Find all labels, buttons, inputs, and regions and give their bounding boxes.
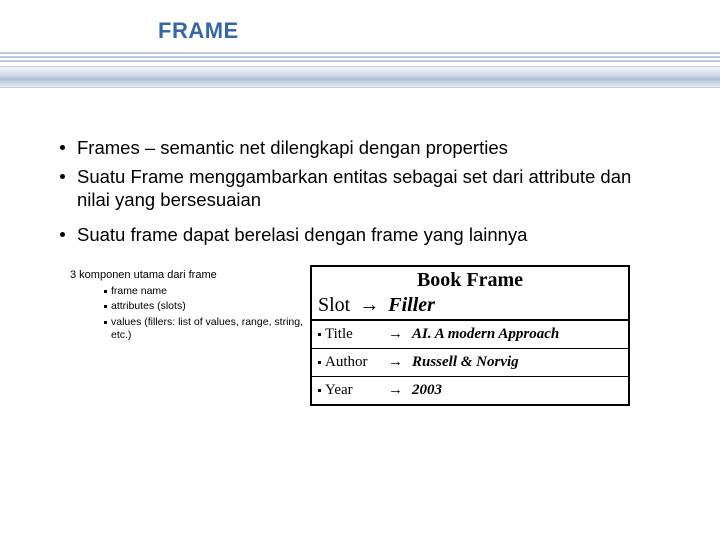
bullet-dot-icon <box>318 361 321 364</box>
slide-title: FRAME <box>158 18 720 44</box>
component-text: values (fillers: list of values, range, … <box>111 316 310 343</box>
bullet-dot-icon <box>104 305 107 308</box>
bullet-text: Suatu Frame menggambarkan entitas sebaga… <box>77 165 660 211</box>
filler-value: 2003 <box>412 382 442 399</box>
header-filler-label: Filler <box>388 294 435 316</box>
components-heading: 3 komponen utama dari frame <box>70 269 310 281</box>
box-row: Author → Russell & Norvig <box>312 348 628 376</box>
slide: FRAME Frames – semantic net dilengkapi d… <box>0 0 720 540</box>
bullet-text: Frames – semantic net dilengkapi dengan … <box>77 136 508 159</box>
component-text: attributes (slots) <box>111 300 186 314</box>
main-content: Frames – semantic net dilengkapi dengan … <box>0 88 720 247</box>
bullet-dot-icon <box>104 321 107 324</box>
slot-cell: Author <box>318 354 388 371</box>
filler-value: AI. A modern Approach <box>412 326 559 343</box>
bullet-dot-icon <box>318 389 321 392</box>
bullet-dot-icon <box>104 290 107 293</box>
box-title: Book Frame <box>312 267 628 294</box>
component-item: attributes (slots) <box>104 300 310 314</box>
slot-label: Title <box>325 326 353 343</box>
component-item: values (fillers: list of values, range, … <box>104 316 310 343</box>
arrow-icon: → <box>388 326 412 343</box>
arrow-icon: → <box>388 382 412 399</box>
slot-label: Year <box>325 382 353 399</box>
bullet-item: Suatu frame dapat berelasi dengan frame … <box>60 223 660 246</box>
box-row: Title → AI. A modern Approach <box>312 321 628 348</box>
lower-section: 3 komponen utama dari frame frame name a… <box>0 253 720 406</box>
component-item: frame name <box>104 285 310 299</box>
slot-cell: Title <box>318 326 388 343</box>
arrow-icon: → <box>359 294 379 316</box>
components-block: 3 komponen utama dari frame frame name a… <box>70 265 310 346</box>
component-text: frame name <box>111 285 167 299</box>
decorative-band <box>0 52 720 88</box>
bullet-item: Suatu Frame menggambarkan entitas sebaga… <box>60 165 660 211</box>
title-area: FRAME <box>0 0 720 44</box>
book-frame-box: Book Frame Slot → Filler Title → AI. A m… <box>310 265 630 406</box>
box-header: Slot → Filler <box>312 294 628 321</box>
bullet-dot-icon <box>60 145 65 150</box>
bullet-dot-icon <box>60 232 65 237</box>
bullet-item: Frames – semantic net dilengkapi dengan … <box>60 136 660 159</box>
slot-cell: Year <box>318 382 388 399</box>
filler-value: Russell & Norvig <box>412 354 519 371</box>
bullet-text: Suatu frame dapat berelasi dengan frame … <box>77 223 527 246</box>
bullet-dot-icon <box>318 333 321 336</box>
header-slot-label: Slot <box>318 294 350 316</box>
bullet-dot-icon <box>60 174 65 179</box>
arrow-icon: → <box>388 354 412 371</box>
example-box-wrap: Book Frame Slot → Filler Title → AI. A m… <box>310 265 676 406</box>
slot-label: Author <box>325 354 368 371</box>
box-row: Year → 2003 <box>312 376 628 404</box>
